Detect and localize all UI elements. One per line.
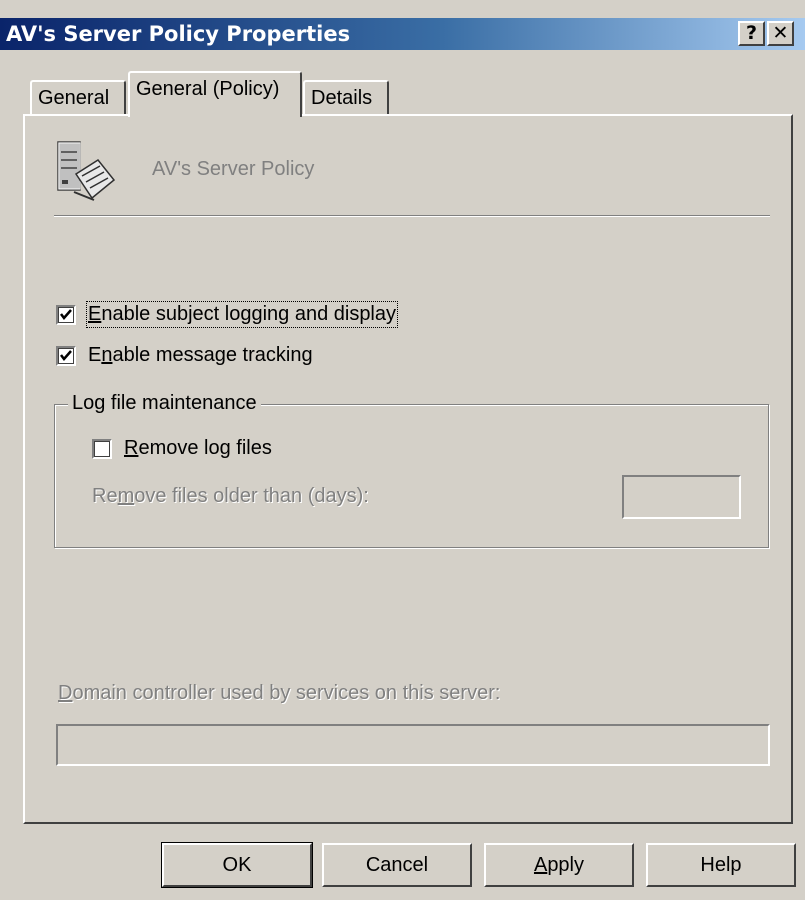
tab-general-label: General [38,87,110,109]
properties-dialog: AV's Server Policy Properties ? ✕ Genera… [0,0,805,900]
message-tracking-checkbox-row[interactable]: Enable message tracking [56,344,313,367]
ok-button[interactable]: OK [161,842,313,888]
policy-name: AV's Server Policy [152,158,315,180]
older-than-days-field[interactable] [622,475,741,519]
tab-general[interactable]: General [30,80,126,114]
remove-log-files-checkbox-row[interactable]: Remove log files [92,437,272,460]
help-title-button[interactable]: ? [738,21,765,46]
message-tracking-checkbox[interactable] [56,345,76,366]
tab-general-policy[interactable]: General (Policy) [128,71,302,117]
older-than-days-label: Remove files older than (days): [92,485,369,507]
tab-details[interactable]: Details [303,80,389,114]
header-divider [54,215,770,217]
checkmark-icon [60,349,72,361]
domain-controller-label: Domain controller used by services on th… [58,682,501,704]
subject-logging-checkbox-row[interactable]: Enable subject logging and display [56,301,399,328]
cancel-button[interactable]: Cancel [322,843,472,887]
apply-button[interactable]: Apply [484,843,634,887]
title-bar[interactable]: AV's Server Policy Properties ? ✕ [0,18,805,50]
tab-general-policy-label: General (Policy) [136,78,280,100]
help-button[interactable]: Help [646,843,796,887]
server-policy-icon [54,140,118,204]
subject-logging-checkbox[interactable] [56,304,76,325]
close-button[interactable]: ✕ [767,21,794,46]
close-icon: ✕ [772,22,789,44]
subject-logging-label: Enable subject logging and display [85,301,399,328]
remove-log-files-label: Remove log files [124,437,272,459]
domain-controller-field[interactable] [56,724,770,766]
checkmark-icon [60,308,72,320]
window-title: AV's Server Policy Properties [6,22,351,46]
message-tracking-label: Enable message tracking [88,344,313,366]
remove-log-files-checkbox[interactable] [92,438,112,459]
tab-details-label: Details [311,87,373,109]
log-maintenance-group-title: Log file maintenance [68,392,261,415]
